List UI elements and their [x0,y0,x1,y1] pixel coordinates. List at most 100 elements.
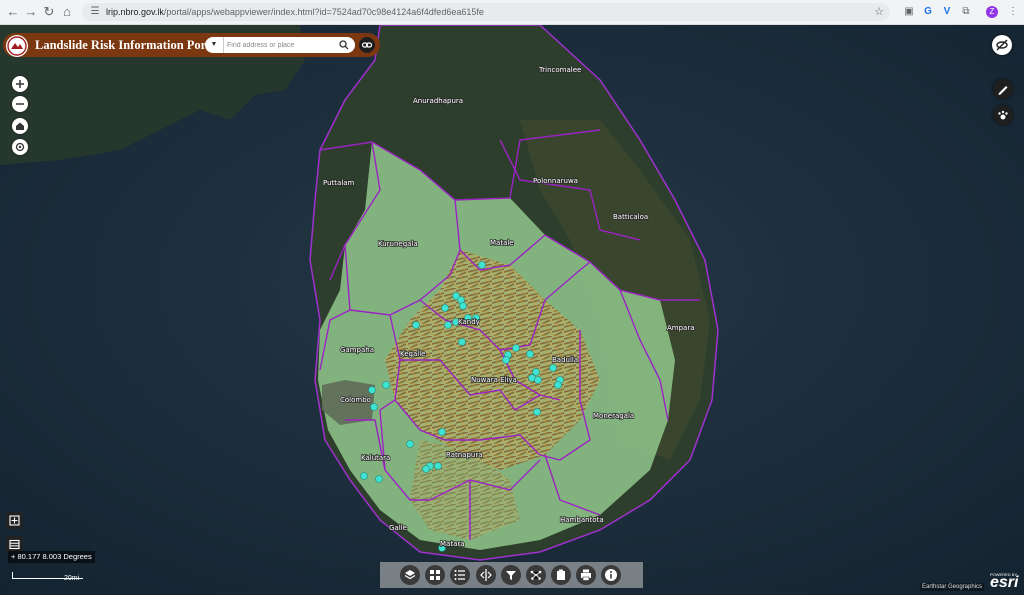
app-title: Landslide Risk Information Portal [35,38,221,52]
map-point[interactable] [360,472,368,480]
network-icon [530,570,542,580]
zoom-out-button[interactable] [12,96,28,112]
map-attribution: Earthstar Geographics [920,583,985,591]
coordinates-readout: + 80.177 8.003 Degrees [8,551,95,563]
map-point[interactable] [533,408,541,416]
esri-logo[interactable]: esri [990,575,1018,591]
map-point[interactable] [502,356,510,364]
map-point[interactable] [438,428,446,436]
address-bar[interactable]: ☰ lrip.nbro.gov.lk/portal/apps/webappvie… [82,3,890,21]
map-point[interactable] [434,462,442,470]
district-label-nuwara-eliya: Nuwara Eliya [471,376,517,384]
zoom-in-button[interactable] [12,76,28,92]
logo-icon [7,36,27,56]
reload-icon[interactable]: ↻ [40,3,58,21]
info-icon [605,569,617,581]
district-label-ampara: Ampara [667,324,695,332]
district-label-trincomalee: Trincomalee [538,66,581,74]
locate-icon [15,142,25,152]
minus-icon [16,103,24,105]
district-label-kurunegala: Kurunegala [378,240,418,248]
extension-icon[interactable]: ▣ [902,5,916,19]
layers-icon [404,570,416,580]
url-path: /portal/apps/webappviewer/index.html?id=… [163,7,484,17]
district-label-colombo: Colombo [340,396,371,404]
map-point[interactable] [370,403,378,411]
bookmark-star-icon[interactable]: ☆ [874,3,884,21]
map-point[interactable] [375,475,383,483]
grid-icon [430,570,440,580]
visibility-toggle-button[interactable] [992,35,1012,55]
list-icon [454,570,465,580]
pencil-icon [998,86,1008,95]
filter-button[interactable] [501,565,521,585]
search-input[interactable] [227,37,327,53]
map-point[interactable] [526,350,534,358]
district-label-ratnapura: Ratnapura [446,451,483,459]
query-button[interactable] [526,565,546,585]
basemap-gallery-button[interactable] [425,565,445,585]
map-point[interactable] [478,261,486,269]
map-point[interactable] [459,302,467,310]
add-data-button[interactable] [551,565,571,585]
about-button[interactable] [601,565,621,585]
link-icon[interactable] [359,37,375,53]
paw-icon [998,110,1008,120]
map-point[interactable] [512,344,520,352]
crosshair-icon: + [11,552,16,561]
coordinates-text: 80.177 8.003 Degrees [17,552,92,561]
swipe-button[interactable] [476,565,496,585]
layer-list-button[interactable] [400,565,420,585]
analysis-button[interactable] [993,105,1013,125]
map-point[interactable] [534,376,542,384]
forward-icon[interactable]: → [22,3,40,21]
grammarly-icon[interactable]: G [921,5,935,19]
filter-icon [506,571,516,580]
print-icon [581,569,591,581]
search-icon[interactable] [333,37,355,53]
print-button[interactable] [576,565,596,585]
search-widget[interactable]: ▼ [205,37,355,53]
vpn-extension-icon[interactable]: V [940,5,954,19]
eye-off-icon [996,39,1008,51]
district-label-kandy: Kandy [458,318,480,326]
browser-chrome: ← → ↻ ⌂ ☰ lrip.nbro.gov.lk/portal/apps/w… [0,0,1024,25]
map-point[interactable] [412,321,420,329]
district-label-kegalle: Kegalle [400,350,425,358]
district-label-puttalam: Puttalam [323,179,355,187]
map-point[interactable] [549,364,557,372]
map-point[interactable] [368,386,376,394]
district-label-matale: Matale [490,239,514,247]
map-point[interactable] [406,440,414,448]
url-text[interactable]: lrip.nbro.gov.lk/portal/apps/webappviewe… [106,3,484,21]
district-label-kalutara: Kalutara [361,454,390,462]
profile-avatar[interactable]: Z [986,6,998,18]
search-source-dropdown-icon[interactable]: ▼ [205,37,224,53]
map-point[interactable] [422,465,430,473]
map-canvas[interactable]: Trincomalee Anuradhapura Puttalam Polonn… [0,25,1024,595]
home-icon[interactable]: ⌂ [58,3,76,21]
map-point[interactable] [441,304,449,312]
plus-icon [16,80,24,88]
overview-map-button[interactable] [6,512,23,529]
district-label-moneragala: Moneragala [593,412,634,420]
url-host: lrip.nbro.gov.lk [106,7,164,17]
browser-menu-icon[interactable]: ⋮ [1006,5,1020,19]
map-point[interactable] [458,338,466,346]
map-view[interactable]: Trincomalee Anuradhapura Puttalam Polonn… [0,25,1024,595]
home-extent-button[interactable] [12,118,28,134]
app-logo [6,35,28,57]
my-location-button[interactable] [12,139,28,155]
site-info-icon[interactable]: ☰ [88,5,102,19]
draw-button[interactable] [993,79,1013,99]
legend-button[interactable] [450,565,470,585]
swipe-icon [480,569,492,581]
back-icon[interactable]: ← [4,3,22,21]
map-point[interactable] [382,381,390,389]
map-point[interactable] [554,381,562,389]
expand-icon [9,515,20,526]
map-point[interactable] [532,368,540,376]
extensions-puzzle-icon[interactable]: ⧉ [959,5,973,19]
district-label-matara: Matara [440,540,465,548]
map-point[interactable] [444,321,452,329]
